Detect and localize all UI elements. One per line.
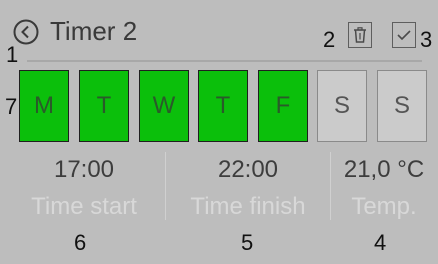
callout-back: 1 [6, 42, 19, 67]
page-title: Timer 2 [50, 16, 138, 46]
time-finish-label: Time finish [190, 193, 306, 220]
callout-confirm: 3 [420, 27, 433, 52]
day-thursday[interactable]: T [198, 70, 248, 142]
callout-delete: 2 [323, 27, 336, 52]
temp-label: Temp. [351, 193, 417, 220]
day-monday[interactable]: M [19, 70, 69, 142]
callout-days: 7 [5, 94, 18, 119]
day-label: F [275, 92, 291, 119]
day-label: W [152, 92, 176, 119]
day-label: T [215, 92, 231, 119]
day-wednesday[interactable]: W [139, 70, 189, 142]
confirm-button[interactable] [392, 22, 416, 48]
time-start-value[interactable]: 17:00 [4, 156, 164, 184]
callout-time-finish: 5 [241, 230, 254, 255]
day-tuesday[interactable]: T [79, 70, 129, 142]
column-divider [165, 152, 166, 220]
day-label: M [34, 92, 54, 119]
callout-time-start: 6 [74, 230, 87, 255]
header-divider [27, 60, 422, 62]
column-divider [330, 152, 331, 220]
day-sunday[interactable]: S [377, 70, 427, 142]
day-saturday[interactable]: S [317, 70, 367, 142]
temp-value[interactable]: 21,0 °C [332, 156, 436, 184]
trash-icon [354, 27, 366, 43]
day-friday[interactable]: F [258, 70, 308, 142]
time-start-label: Time start [31, 193, 137, 220]
check-icon [397, 30, 411, 41]
day-label: S [393, 92, 410, 119]
day-label: T [96, 92, 112, 119]
time-finish-value[interactable]: 22:00 [167, 156, 329, 184]
delete-button[interactable] [348, 22, 372, 48]
callout-temp: 4 [374, 230, 387, 255]
day-label: S [333, 92, 350, 119]
